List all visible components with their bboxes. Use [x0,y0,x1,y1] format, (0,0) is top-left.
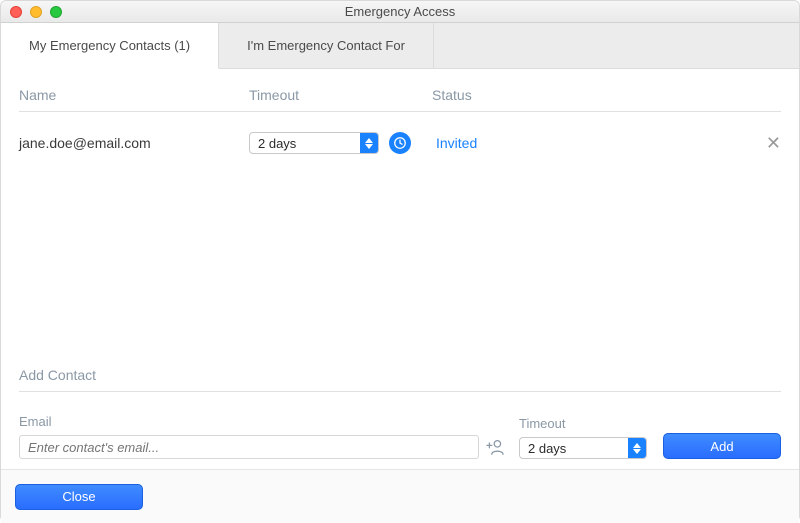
row-timeout-select[interactable]: 2 days [249,132,379,154]
add-contact-title: Add Contact [19,367,781,392]
window-minimize-button[interactable] [30,6,42,18]
close-icon: ✕ [766,133,781,153]
window-close-button[interactable] [10,6,22,18]
select-stepper-icon [628,438,646,458]
row-email: jane.doe@email.com [19,135,249,151]
add-person-icon[interactable] [485,437,505,457]
row-timeout-value: 2 days [250,133,360,153]
email-label: Email [19,414,505,429]
row-status: Invited [432,135,757,151]
add-button[interactable]: Add [663,433,781,459]
add-contact-section: Add Contact Email Timeout [19,367,781,459]
close-button-label: Close [62,489,95,504]
tab-my-emergency-contacts[interactable]: My Emergency Contacts (1) [1,23,219,69]
content-area: Name Timeout Status jane.doe@email.com 2… [1,69,799,469]
tabbar: My Emergency Contacts (1) I'm Emergency … [1,23,799,69]
bottom-bar: Close [1,469,799,523]
clock-icon[interactable] [389,132,411,154]
tab-label: My Emergency Contacts (1) [29,38,190,53]
col-header-status: Status [432,87,781,103]
tab-label: I'm Emergency Contact For [247,38,405,53]
traffic-lights [10,6,62,18]
table-header: Name Timeout Status [19,69,781,112]
table-row: jane.doe@email.com 2 days Invited ✕ [19,112,781,174]
add-timeout-value: 2 days [520,438,628,458]
select-stepper-icon [360,133,378,153]
window-title: Emergency Access [1,4,799,19]
window-titlebar: Emergency Access [1,1,799,23]
tab-im-emergency-contact-for[interactable]: I'm Emergency Contact For [219,23,434,68]
add-timeout-select[interactable]: 2 days [519,437,647,459]
window-zoom-button[interactable] [50,6,62,18]
col-header-timeout: Timeout [249,87,432,103]
email-field[interactable] [19,435,479,459]
row-remove-button[interactable]: ✕ [757,133,781,154]
close-button[interactable]: Close [15,484,143,510]
timeout-label: Timeout [519,416,649,431]
add-button-label: Add [710,439,733,454]
col-header-name: Name [19,87,249,103]
